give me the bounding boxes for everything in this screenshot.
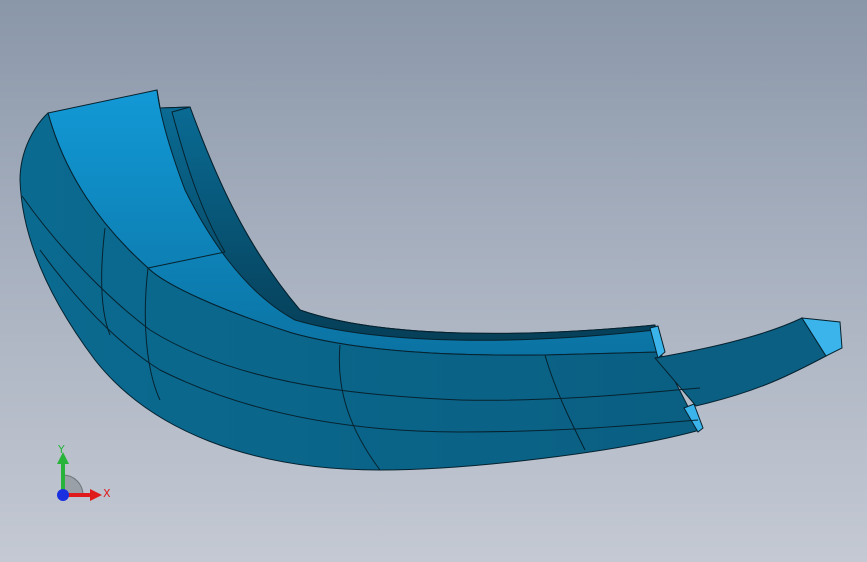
graphics-viewport[interactable]: Y X	[0, 0, 867, 562]
x-axis-label: X	[103, 487, 111, 500]
coordinate-triad: Y X	[48, 440, 118, 510]
curved-bracket-part-icon[interactable]	[0, 0, 867, 562]
y-axis-label: Y	[58, 443, 65, 456]
